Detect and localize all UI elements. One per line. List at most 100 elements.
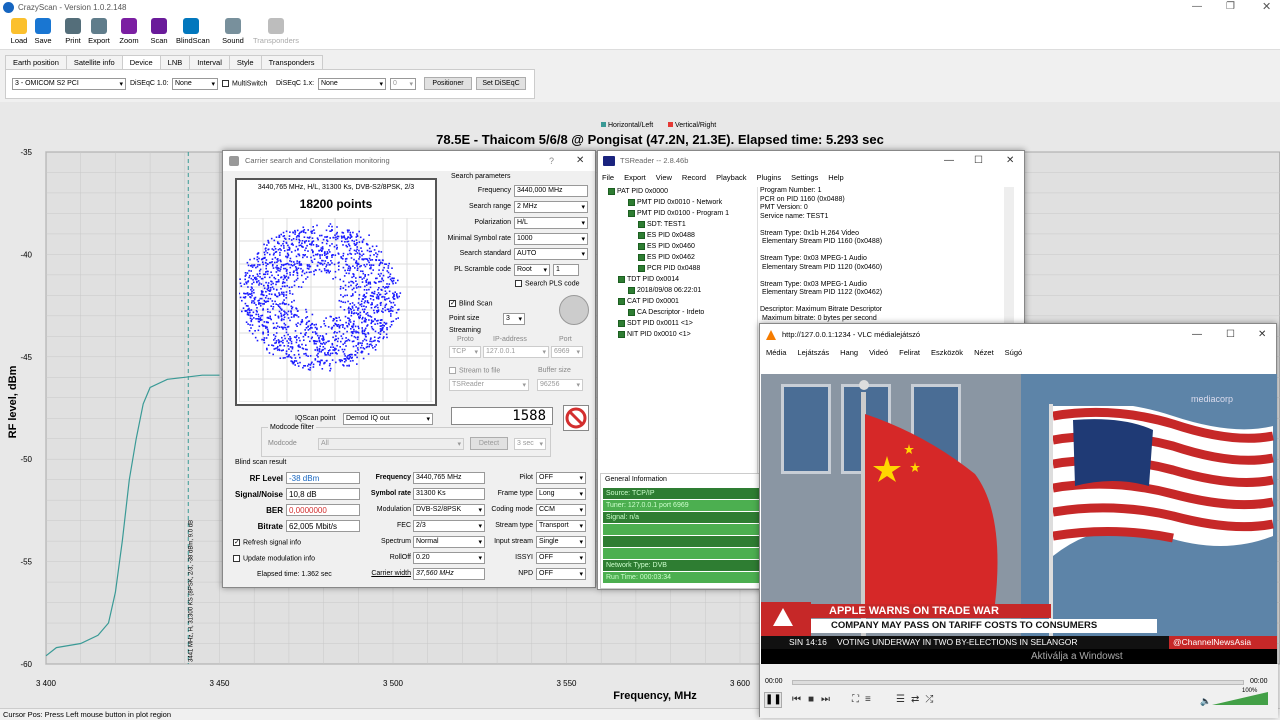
close-icon[interactable]: ✕ bbox=[1262, 0, 1271, 13]
tsreader-minimize-icon[interactable]: — bbox=[944, 151, 954, 171]
coding-select[interactable]: CCM bbox=[536, 504, 586, 516]
vlc-menu-item[interactable]: Nézet bbox=[974, 348, 994, 357]
frame-select[interactable]: Long bbox=[536, 488, 586, 500]
polarization-select[interactable]: H/L bbox=[514, 217, 588, 229]
tab-transponders[interactable]: Transponders bbox=[260, 55, 323, 69]
search-pls-checkbox[interactable]: Search PLS code bbox=[515, 280, 579, 287]
tree-item[interactable]: 2018/09/08 06:22:01 bbox=[628, 286, 701, 295]
frequency-input[interactable]: 3440,000 MHz bbox=[514, 185, 588, 197]
pls-value-input[interactable]: 1 bbox=[553, 264, 579, 276]
tree-item[interactable]: TDT PID 0x0014 bbox=[618, 275, 679, 284]
tree-item[interactable]: NIT PID 0x0010 <1> bbox=[618, 330, 691, 339]
modulation-select[interactable]: DVB-S2/8PSK bbox=[413, 504, 485, 516]
point-size-select[interactable]: 3 bbox=[503, 313, 525, 325]
menu-playback[interactable]: Playback bbox=[716, 173, 746, 182]
tree-item[interactable]: PAT PID 0x0000 bbox=[608, 187, 668, 196]
pid-tree[interactable]: PAT PID 0x0000 PMT PID 0x0010 - Network PM… bbox=[602, 187, 758, 477]
tsreader-close-icon[interactable]: ✕ bbox=[1006, 151, 1014, 171]
buffer-input[interactable]: 96256 bbox=[537, 379, 583, 391]
tree-item[interactable]: PMT PID 0x0100 - Program 1 bbox=[628, 209, 729, 218]
menu-file[interactable]: File bbox=[602, 173, 614, 182]
search-std-select[interactable]: AUTO bbox=[514, 248, 588, 260]
menu-export[interactable]: Export bbox=[624, 173, 646, 182]
pls-mode-select[interactable]: Root bbox=[514, 264, 550, 276]
tab-lnb[interactable]: LNB bbox=[159, 55, 191, 69]
zoom-button[interactable]: Zoom bbox=[114, 18, 144, 45]
minimize-icon[interactable]: — bbox=[1192, 1, 1202, 12]
tree-item[interactable]: CAT PID 0x0001 bbox=[618, 297, 679, 306]
help-icon[interactable]: ? bbox=[549, 151, 554, 171]
detect-button[interactable]: Detect bbox=[470, 437, 508, 450]
speaker-icon[interactable]: 🔈 bbox=[1200, 696, 1211, 707]
sound-button[interactable]: Sound bbox=[218, 18, 248, 45]
menu-plugins[interactable]: Plugins bbox=[757, 173, 782, 182]
npd-select[interactable]: OFF bbox=[536, 568, 586, 580]
vlc-maximize-icon[interactable]: ☐ bbox=[1226, 324, 1235, 346]
blind-scan-checkbox[interactable]: ✓ Blind Scan bbox=[449, 300, 492, 307]
tree-item[interactable]: ES PID 0x0460 bbox=[638, 242, 695, 251]
stream-type-select[interactable]: Transport bbox=[536, 520, 586, 532]
satellite-dish-icon[interactable] bbox=[559, 295, 589, 325]
device-select[interactable]: 3 - OMICOM S2 PCI bbox=[12, 78, 126, 90]
carrier-width-label[interactable]: Carrier width bbox=[361, 570, 411, 577]
stop-button[interactable] bbox=[563, 405, 589, 431]
port-input[interactable]: 6969 bbox=[551, 346, 583, 358]
vlc-menu-item[interactable]: Eszközök bbox=[931, 348, 963, 357]
tsreader-maximize-icon[interactable]: ☐ bbox=[974, 151, 983, 171]
video-frame[interactable]: mediacorp APPLE WARNS ON TRADE WAR COMPA… bbox=[761, 374, 1277, 664]
details-scrollbar[interactable] bbox=[1004, 187, 1014, 323]
input-stream-select[interactable]: Single bbox=[536, 536, 586, 548]
iqscan-select[interactable]: Demod IQ out bbox=[343, 413, 433, 425]
multiswitch-checkbox[interactable]: MultiSwitch bbox=[222, 80, 267, 87]
tree-item[interactable]: ES PID 0x0462 bbox=[638, 253, 695, 262]
blindscan-button[interactable]: BlindScan bbox=[176, 18, 210, 45]
vlc-menu-item[interactable]: Videó bbox=[869, 348, 888, 357]
tree-item[interactable]: SDT PID 0x0011 <1> bbox=[618, 319, 693, 328]
issyi-select[interactable]: OFF bbox=[536, 552, 586, 564]
tree-item[interactable]: CA Descriptor - Irdeto bbox=[628, 308, 704, 317]
tsreader-select[interactable]: TSReader bbox=[449, 379, 529, 391]
seek-bar[interactable] bbox=[792, 680, 1244, 685]
save-button[interactable]: Save bbox=[28, 18, 58, 45]
ip-input[interactable]: 127.0.0.1 bbox=[483, 346, 549, 358]
fec-select[interactable]: 2/3 bbox=[413, 520, 485, 532]
diseqc11-number[interactable]: 0 bbox=[390, 78, 416, 90]
tree-item[interactable]: ES PID 0x0488 bbox=[638, 231, 695, 240]
playback-controls[interactable]: ⏮■⏭ bbox=[792, 694, 837, 705]
tab-satellite-info[interactable]: Satellite info bbox=[65, 55, 123, 69]
vlc-menu-item[interactable]: Felirat bbox=[899, 348, 920, 357]
set-diseqc-button[interactable]: Set DiSEqC bbox=[476, 77, 526, 90]
tab-earth-position[interactable]: Earth position bbox=[5, 55, 67, 69]
refresh-checkbox[interactable]: ✓ Refresh signal info bbox=[233, 539, 301, 546]
positioner-button[interactable]: Positioner bbox=[424, 77, 472, 90]
menu-record[interactable]: Record bbox=[682, 173, 706, 182]
vlc-close-icon[interactable]: ✕ bbox=[1258, 324, 1266, 346]
tree-item[interactable]: SDT: TEST1 bbox=[638, 220, 686, 229]
scan-button[interactable]: Scan bbox=[144, 18, 174, 45]
proto-select[interactable]: TCP bbox=[449, 346, 481, 358]
min-sr-select[interactable]: 1000 bbox=[514, 233, 588, 245]
tree-item[interactable]: PCR PID 0x0488 bbox=[638, 264, 700, 273]
vlc-menu-item[interactable]: Súgó bbox=[1005, 348, 1023, 357]
carrier-close-icon[interactable]: ✕ bbox=[576, 151, 584, 171]
vlc-menu-item[interactable]: Lejátszás bbox=[797, 348, 829, 357]
view-controls[interactable]: ⛶≡ bbox=[852, 694, 877, 705]
stream-to-file-checkbox[interactable]: Stream to file bbox=[449, 367, 500, 374]
play-button[interactable]: ❚❚ bbox=[764, 692, 782, 708]
vlc-menu-item[interactable]: Hang bbox=[840, 348, 858, 357]
tab-style[interactable]: Style bbox=[228, 55, 262, 69]
vlc-menu-item[interactable]: Média bbox=[766, 348, 786, 357]
pilot-select[interactable]: OFF bbox=[536, 472, 586, 484]
export-button[interactable]: Export bbox=[84, 18, 114, 45]
menu-help[interactable]: Help bbox=[828, 173, 843, 182]
search-range-select[interactable]: 2 MHz bbox=[514, 201, 588, 213]
tree-item[interactable]: PMT PID 0x0010 - Network bbox=[628, 198, 722, 207]
rolloff-select[interactable]: 0.20 bbox=[413, 552, 485, 564]
vlc-minimize-icon[interactable]: — bbox=[1192, 324, 1202, 346]
maximize-icon[interactable]: ❐ bbox=[1226, 1, 1235, 12]
menu-view[interactable]: View bbox=[656, 173, 672, 182]
volume-slider[interactable]: 100% bbox=[1212, 688, 1268, 706]
playlist-controls[interactable]: ☰⇄⤮ bbox=[896, 694, 939, 705]
menu-settings[interactable]: Settings bbox=[791, 173, 818, 182]
spectrum-select[interactable]: Normal bbox=[413, 536, 485, 548]
